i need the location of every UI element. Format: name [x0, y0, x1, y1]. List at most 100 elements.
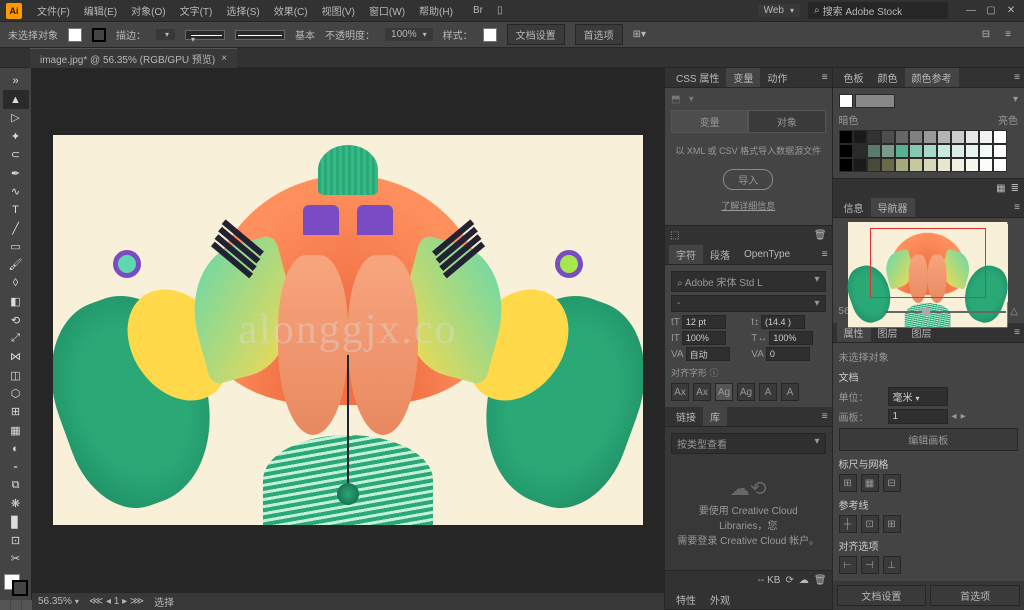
magic-wand-tool[interactable]: ✦ [3, 127, 29, 145]
char-panel-menu-icon[interactable]: ≡ [818, 249, 832, 260]
scale-tool[interactable]: ⤢ [3, 329, 29, 347]
stroke-profile-dropdown[interactable] [185, 30, 225, 40]
preferences-button[interactable]: 首选项 [575, 24, 623, 45]
swatch-cell[interactable] [895, 144, 909, 158]
menu-file[interactable]: 文件(F) [30, 3, 77, 18]
document-tab[interactable]: image.jpg* @ 56.35% (RGB/GPU 预览) × [30, 48, 237, 68]
swatch-footer-icon-2[interactable]: ≣ [1011, 183, 1019, 194]
eyedropper-tool[interactable]: ⁃ [3, 458, 29, 476]
tab-actions[interactable]: 动作 [760, 68, 794, 87]
swatch-cell[interactable] [951, 158, 965, 172]
swatch-cell[interactable] [909, 144, 923, 158]
panel-toggle-icon[interactable]: » [3, 72, 29, 90]
swatch-cell[interactable] [993, 144, 1007, 158]
swatch-cell[interactable] [993, 158, 1007, 172]
ruler-icon-3[interactable]: ⊟ [883, 474, 901, 492]
zoom-in-icon[interactable]: △ [1010, 306, 1018, 317]
navigator-view-box[interactable] [870, 228, 986, 298]
menu-window[interactable]: 窗口(W) [362, 3, 412, 18]
align-icon-1[interactable]: ⊢ [839, 556, 857, 574]
window-maximize[interactable]: ▢ [984, 4, 998, 18]
glyph-btn-3[interactable]: Ag [715, 383, 733, 401]
menu-select[interactable]: 选择(S) [219, 3, 266, 18]
line-tool[interactable]: ╱ [3, 219, 29, 237]
swatch-cell[interactable] [965, 158, 979, 172]
import-button[interactable]: 导入 [723, 169, 773, 190]
tab-navigator[interactable]: 导航器 [871, 198, 915, 217]
menu-effect[interactable]: 效果(C) [267, 3, 315, 18]
brush-dropdown[interactable] [235, 30, 285, 40]
swatch-cell[interactable] [979, 158, 993, 172]
swatch-cell[interactable] [937, 158, 951, 172]
window-close[interactable]: ✕ [1004, 4, 1018, 18]
swatch-cell[interactable] [867, 158, 881, 172]
sync-icon[interactable]: ⟳ [785, 575, 793, 586]
glyph-btn-4[interactable]: Ag [737, 383, 755, 401]
paintbrush-tool[interactable]: 🖌 [3, 256, 29, 274]
free-transform-tool[interactable]: ◫ [3, 366, 29, 384]
guide-icon-2[interactable]: ⊡ [861, 515, 879, 533]
swatch-cell[interactable] [951, 144, 965, 158]
swatch-cell[interactable] [895, 130, 909, 144]
glyph-btn-6[interactable]: A [781, 383, 799, 401]
edit-artboards-button[interactable]: 编辑画板 [839, 428, 1018, 451]
graphic-style-swatch[interactable] [483, 28, 497, 42]
swatch-cell[interactable] [839, 144, 853, 158]
pen-tool[interactable]: ✒ [3, 164, 29, 182]
vscale-input[interactable] [682, 331, 726, 345]
tab-color[interactable]: 颜色 [871, 68, 905, 87]
rotate-tool[interactable]: ⟲ [3, 311, 29, 329]
tab-swatches[interactable]: 色板 [837, 68, 871, 87]
glyph-btn-1[interactable]: Ax [671, 383, 689, 401]
links-panel-menu-icon[interactable]: ≡ [818, 411, 832, 422]
stroke-weight-dropdown[interactable] [156, 29, 175, 40]
gradient-tool[interactable]: ◐ [3, 440, 29, 458]
graph-tool[interactable]: ▊ [3, 513, 29, 531]
bridge-icon[interactable]: Br [466, 5, 490, 16]
swatch-cell[interactable] [909, 130, 923, 144]
guide-icon-3[interactable]: ⊞ [883, 515, 901, 533]
arrange-icon[interactable]: ▯ [490, 5, 510, 16]
artboard-nav[interactable]: ⋘ ◂ 1 ▸ ⋙ [89, 596, 144, 607]
swatch-cell[interactable] [839, 130, 853, 144]
view-by-type-dropdown[interactable]: 按类型查看▾ [671, 433, 826, 454]
fill-stroke-swatches[interactable] [4, 574, 28, 596]
opacity-input[interactable]: 100% [385, 28, 433, 41]
rectangle-tool[interactable]: ▭ [3, 237, 29, 255]
glyph-btn-2[interactable]: Ax [693, 383, 711, 401]
color-mode-row[interactable] [0, 600, 32, 610]
align-icon-3[interactable]: ⊥ [883, 556, 901, 574]
kerning-input[interactable] [686, 347, 730, 361]
learn-more-link[interactable]: 了解详细信息 [721, 201, 775, 211]
guide-icon-1[interactable]: ┼ [839, 515, 857, 533]
artboard-next-icon[interactable]: ▸ [961, 411, 966, 422]
cloud-status-icon[interactable]: ☁ [799, 575, 809, 586]
base-color-swatch[interactable] [839, 94, 853, 108]
tab-character[interactable]: 字符 [669, 245, 703, 264]
shape-builder-tool[interactable]: ⬡ [3, 384, 29, 402]
swatch-cell[interactable] [951, 130, 965, 144]
swatch-cell[interactable] [993, 130, 1007, 144]
perspective-tool[interactable]: ⊞ [3, 403, 29, 421]
align-icon[interactable]: ⊞▾ [633, 29, 646, 40]
menu-view[interactable]: 视图(V) [315, 3, 362, 18]
nav-panel-menu-icon[interactable]: ≡ [1010, 202, 1024, 213]
ruler-icon-2[interactable]: ▦ [861, 474, 879, 492]
swatch-cell[interactable] [965, 130, 979, 144]
tab-variables[interactable]: 变量 [726, 68, 760, 87]
font-family-dropdown[interactable]: ⌕ Adobe 宋体 Std L▾ [671, 271, 826, 292]
tab-libraries[interactable]: 库 [703, 407, 727, 426]
control-option-icon[interactable]: ⊟ [978, 27, 994, 43]
tab-css-properties[interactable]: CSS 属性 [669, 68, 726, 87]
swatch-cell[interactable] [867, 130, 881, 144]
hscale-input[interactable] [769, 331, 813, 345]
harmony-swatch[interactable] [855, 94, 895, 108]
swatch-cell[interactable] [937, 130, 951, 144]
tab-paragraph[interactable]: 段落 [703, 245, 737, 264]
tab-close-icon[interactable]: × [221, 53, 227, 64]
window-minimize[interactable]: — [964, 4, 978, 18]
unit-dropdown[interactable]: 毫米 [888, 387, 948, 406]
capture-icon[interactable]: ⬚ [670, 230, 679, 241]
quick-doc-setup-button[interactable]: 文档设置 [837, 585, 927, 606]
zoom-slider[interactable] [885, 311, 1006, 313]
